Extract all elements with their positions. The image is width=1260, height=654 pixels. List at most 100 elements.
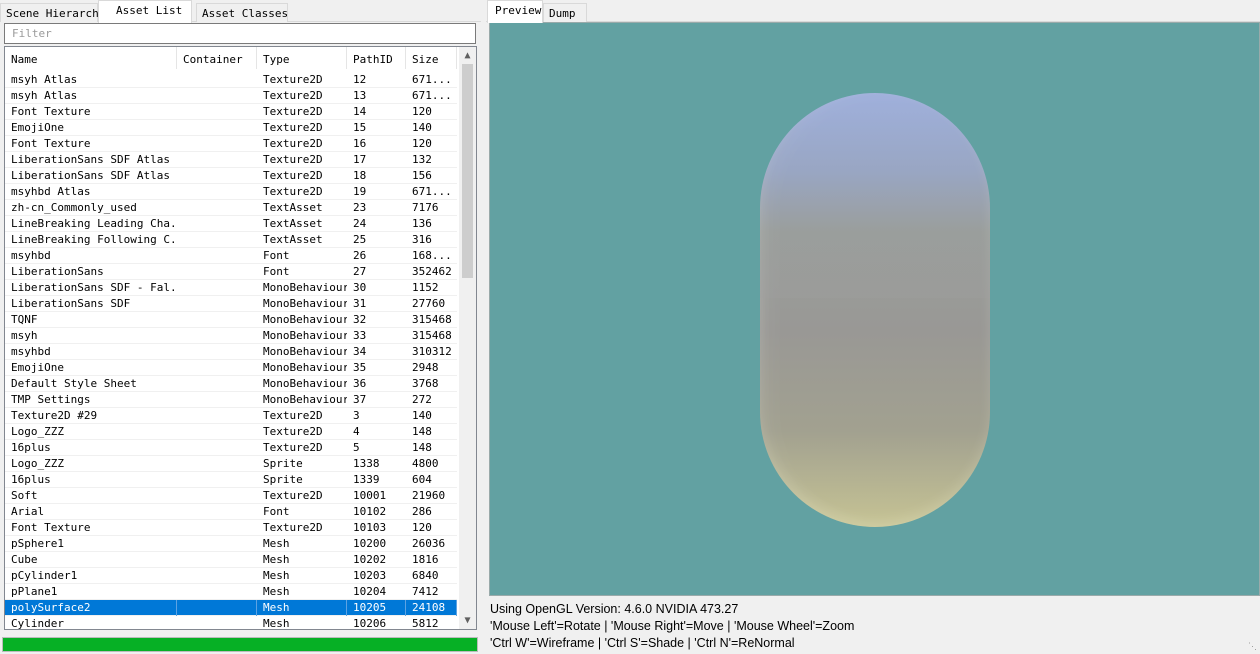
tab-dump[interactable]: Dump	[543, 3, 587, 22]
column-header-pathid[interactable]: PathID	[347, 47, 406, 69]
table-row[interactable]: TMP Settings MonoBehaviour 37 272	[5, 392, 457, 408]
asset-name-cell: Texture2D #29	[11, 409, 98, 422]
table-row[interactable]: pPlane1 Mesh 10204 7412	[5, 584, 457, 600]
asset-pathid-cell: 32	[353, 313, 367, 326]
table-row[interactable]: pCylinder1 Mesh 10203 6840	[5, 568, 457, 584]
table-row[interactable]: Default Style Sheet MonoBehaviour 36 3768	[5, 376, 457, 392]
table-row[interactable]: LiberationSans SDF Atlas Texture2D 18 156	[5, 168, 457, 184]
asset-name-cell: Default Style Sheet	[11, 377, 137, 390]
tab-scene-hierarchy[interactable]: Scene Hierarchy	[0, 3, 105, 22]
table-row[interactable]: TQNF MonoBehaviour 32 315468	[5, 312, 457, 328]
asset-size-cell: 671...	[412, 185, 452, 198]
table-row[interactable]: msyhbd Atlas Texture2D 19 671...	[5, 184, 457, 200]
table-row[interactable]: Cube Mesh 10202 1816	[5, 552, 457, 568]
asset-name-cell: msyhbd Atlas	[11, 185, 91, 198]
table-row[interactable]: msyhbd Font 26 168...	[5, 248, 457, 264]
table-row[interactable]: msyhbd MonoBehaviour 34 310312	[5, 344, 457, 360]
table-row[interactable]: msyh Atlas Texture2D 13 671...	[5, 88, 457, 104]
asset-name-cell: LineBreaking Following C...	[11, 233, 177, 246]
scroll-up-icon[interactable]: ▲	[459, 47, 476, 64]
asset-type-cell: Texture2D	[263, 489, 323, 502]
asset-pathid-cell: 10204	[353, 585, 387, 598]
table-row[interactable]: Font Texture Texture2D 10103 120	[5, 520, 457, 536]
asset-name-cell: msyh Atlas	[11, 89, 78, 102]
table-row[interactable]: EmojiOne MonoBehaviour 35 2948	[5, 360, 457, 376]
asset-size-cell: 3768	[412, 377, 439, 390]
table-row[interactable]: zh-cn_Commonly_used TextAsset 23 7176	[5, 200, 457, 216]
asset-size-cell: 156	[412, 169, 432, 182]
asset-container-cell	[177, 296, 257, 312]
asset-type-cell: Sprite	[263, 457, 303, 470]
asset-size-cell: 120	[412, 137, 432, 150]
asset-pathid-cell: 10102	[353, 505, 387, 518]
asset-pathid-cell: 37	[353, 393, 367, 406]
asset-pathid-cell: 10200	[353, 537, 387, 550]
table-row[interactable]: LineBreaking Leading Cha... TextAsset 24 13…	[5, 216, 457, 232]
asset-container-cell	[177, 72, 257, 88]
asset-type-cell: Texture2D	[263, 441, 323, 454]
asset-type-cell: Texture2D	[263, 169, 323, 182]
table-row[interactable]: polySurface2 Mesh 10205 24108	[5, 600, 457, 616]
tab-preview[interactable]: Preview	[487, 0, 543, 23]
table-row[interactable]: Logo_ZZZ Texture2D 4 148	[5, 424, 457, 440]
column-header-size[interactable]: Size	[406, 47, 457, 69]
table-row[interactable]: msyh Atlas Texture2D 12 671...	[5, 72, 457, 88]
table-row[interactable]: LiberationSans SDF - Fal... MonoBehaviour…	[5, 280, 457, 296]
asset-pathid-cell: 15	[353, 121, 367, 134]
table-row[interactable]: msyh MonoBehaviour 33 315468	[5, 328, 457, 344]
table-row[interactable]: Texture2D #29 Texture2D 3 140	[5, 408, 457, 424]
asset-pathid-cell: 3	[353, 409, 360, 422]
table-row[interactable]: Soft Texture2D 10001 21960	[5, 488, 457, 504]
table-row[interactable]: 16plus Texture2D 5 148	[5, 440, 457, 456]
asset-pathid-cell: 14	[353, 105, 367, 118]
3d-preview-viewport[interactable]	[489, 22, 1260, 596]
asset-size-cell: 1152	[412, 281, 439, 294]
mesh-preview-capsule	[760, 93, 990, 527]
asset-type-cell: MonoBehaviour	[263, 361, 347, 374]
table-row[interactable]: LiberationSans SDF Atlas Texture2D 17 132	[5, 152, 457, 168]
asset-type-cell: Font	[263, 265, 290, 278]
asset-container-cell	[177, 616, 257, 629]
table-row[interactable]: LineBreaking Following C... TextAsset 25 31…	[5, 232, 457, 248]
asset-size-cell: 1816	[412, 553, 439, 566]
asset-pathid-cell: 13	[353, 89, 367, 102]
asset-container-cell	[177, 200, 257, 216]
column-header-container[interactable]: Container	[177, 47, 257, 69]
scroll-down-icon[interactable]: ▼	[459, 612, 476, 629]
asset-name-cell: LiberationSans SDF Atlas	[11, 169, 170, 182]
asset-name-cell: Cube	[11, 553, 38, 566]
table-row[interactable]: LiberationSans Font 27 352462	[5, 264, 457, 280]
asset-container-cell	[177, 248, 257, 264]
table-row[interactable]: Arial Font 10102 286	[5, 504, 457, 520]
asset-type-cell: Texture2D	[263, 409, 323, 422]
asset-pathid-cell: 30	[353, 281, 367, 294]
asset-list-view[interactable]: Name Container Type PathID Size msyh Atl…	[4, 46, 477, 630]
asset-name-cell: polySurface2	[5, 600, 177, 616]
asset-container-cell	[177, 360, 257, 376]
asset-pathid-cell: 10103	[353, 521, 387, 534]
column-header-name[interactable]: Name	[5, 47, 177, 69]
column-header-type[interactable]: Type	[257, 47, 347, 69]
vertical-scrollbar[interactable]: ▲ ▼	[459, 47, 476, 629]
table-row[interactable]: Logo_ZZZ Sprite 1338 4800	[5, 456, 457, 472]
preview-info: Using OpenGL Version: 4.6.0 NVIDIA 473.2…	[490, 601, 1258, 652]
table-row[interactable]: LiberationSans SDF MonoBehaviour 31 27760	[5, 296, 457, 312]
table-row[interactable]: Font Texture Texture2D 14 120	[5, 104, 457, 120]
table-row[interactable]: Cylinder Mesh 10206 5812	[5, 616, 457, 629]
table-row[interactable]: EmojiOne Texture2D 15 140	[5, 120, 457, 136]
left-tab-strip: Scene Hierarchy Asset List Asset Classes	[0, 0, 481, 23]
asset-pathid-cell: 5	[353, 441, 360, 454]
asset-name-cell: LiberationSans SDF Atlas	[11, 153, 170, 166]
filter-input[interactable]: Filter	[4, 23, 476, 44]
table-row[interactable]: Font Texture Texture2D 16 120	[5, 136, 457, 152]
tab-asset-classes[interactable]: Asset Classes	[196, 3, 288, 22]
asset-size-cell: 4800	[412, 457, 439, 470]
table-row[interactable]: pSphere1 Mesh 10200 26036	[5, 536, 457, 552]
asset-type-cell: MonoBehaviour	[263, 313, 347, 326]
resize-grip-icon[interactable]: ⋱	[1248, 642, 1258, 652]
table-row[interactable]: 16plus Sprite 1339 604	[5, 472, 457, 488]
scrollbar-thumb[interactable]	[462, 64, 473, 278]
asset-size-cell: 2948	[412, 361, 439, 374]
tab-asset-list[interactable]: Asset List	[98, 0, 192, 23]
asset-container-cell	[177, 392, 257, 408]
